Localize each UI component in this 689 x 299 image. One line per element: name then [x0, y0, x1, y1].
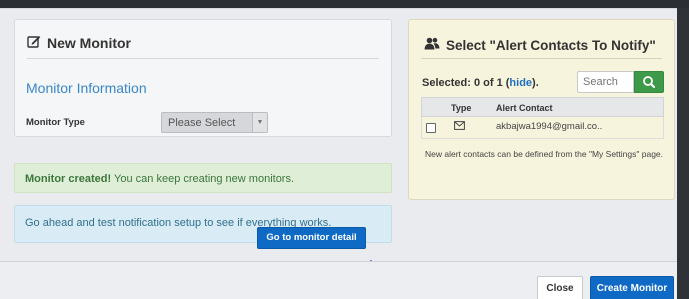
- search-input[interactable]: [578, 72, 633, 92]
- alert-contacts-title: Select "Alert Contacts To Notify": [424, 37, 656, 53]
- create-monitor-button[interactable]: Create Monitor: [590, 276, 674, 299]
- users-icon: [424, 37, 440, 53]
- alert-contacts-title-text: Select "Alert Contacts To Notify": [446, 37, 656, 53]
- divider: [421, 58, 662, 59]
- column-header-type: Type: [451, 103, 472, 113]
- panel-title: New Monitor: [27, 35, 131, 51]
- monitor-type-label: Monitor Type: [26, 117, 85, 128]
- success-text: You can keep creating new monitors.: [111, 173, 295, 185]
- modal-footer: Close Create Monitor: [0, 261, 677, 299]
- top-bar: [0, 0, 689, 8]
- contact-email: akbajwa1994@gmail.co..: [496, 121, 603, 132]
- new-monitor-title: New Monitor: [47, 35, 131, 51]
- go-to-monitor-detail-button[interactable]: Go to monitor detail: [257, 227, 366, 249]
- search-box: [577, 71, 634, 93]
- hide-link[interactable]: hide: [509, 77, 532, 89]
- alert-contacts-panel: Select "Alert Contacts To Notify" Select…: [408, 19, 675, 200]
- new-monitor-modal: New Monitor Monitor Information Monitor …: [0, 8, 677, 299]
- search-button[interactable]: [634, 71, 664, 93]
- table-row: akbajwa1994@gmail.co..: [421, 117, 664, 139]
- search-icon: [643, 76, 655, 88]
- right-scroll-edge: [677, 8, 689, 299]
- divider: [27, 58, 379, 59]
- envelope-icon: [454, 121, 465, 133]
- selected-suffix: ).: [532, 77, 539, 89]
- alert-contacts-note: New alert contacts can be defined from t…: [425, 149, 664, 159]
- selected-count: Selected: 0 of 1 (hide).: [422, 77, 539, 89]
- chevron-down-icon: ▼: [252, 113, 267, 132]
- success-message: Monitor created! You can keep creating n…: [25, 173, 294, 185]
- monitor-type-select[interactable]: Please Select ▼: [161, 112, 268, 133]
- modal-body: New Monitor Monitor Information Monitor …: [0, 9, 677, 278]
- close-button[interactable]: Close: [537, 276, 583, 299]
- monitor-information-heading: Monitor Information: [26, 80, 147, 96]
- new-monitor-panel: New Monitor Monitor Information Monitor …: [14, 19, 392, 137]
- table-header: Type Alert Contact: [421, 97, 664, 117]
- monitor-created-alert: Monitor created! You can keep creating n…: [14, 163, 392, 193]
- monitor-type-value: Please Select: [168, 117, 236, 129]
- column-header-alert-contact: Alert Contact: [496, 103, 553, 113]
- selected-prefix: Selected: 0 of 1 (: [422, 77, 510, 89]
- contact-checkbox[interactable]: [426, 123, 436, 133]
- edit-icon: [27, 35, 41, 51]
- success-bold: Monitor created!: [25, 173, 112, 185]
